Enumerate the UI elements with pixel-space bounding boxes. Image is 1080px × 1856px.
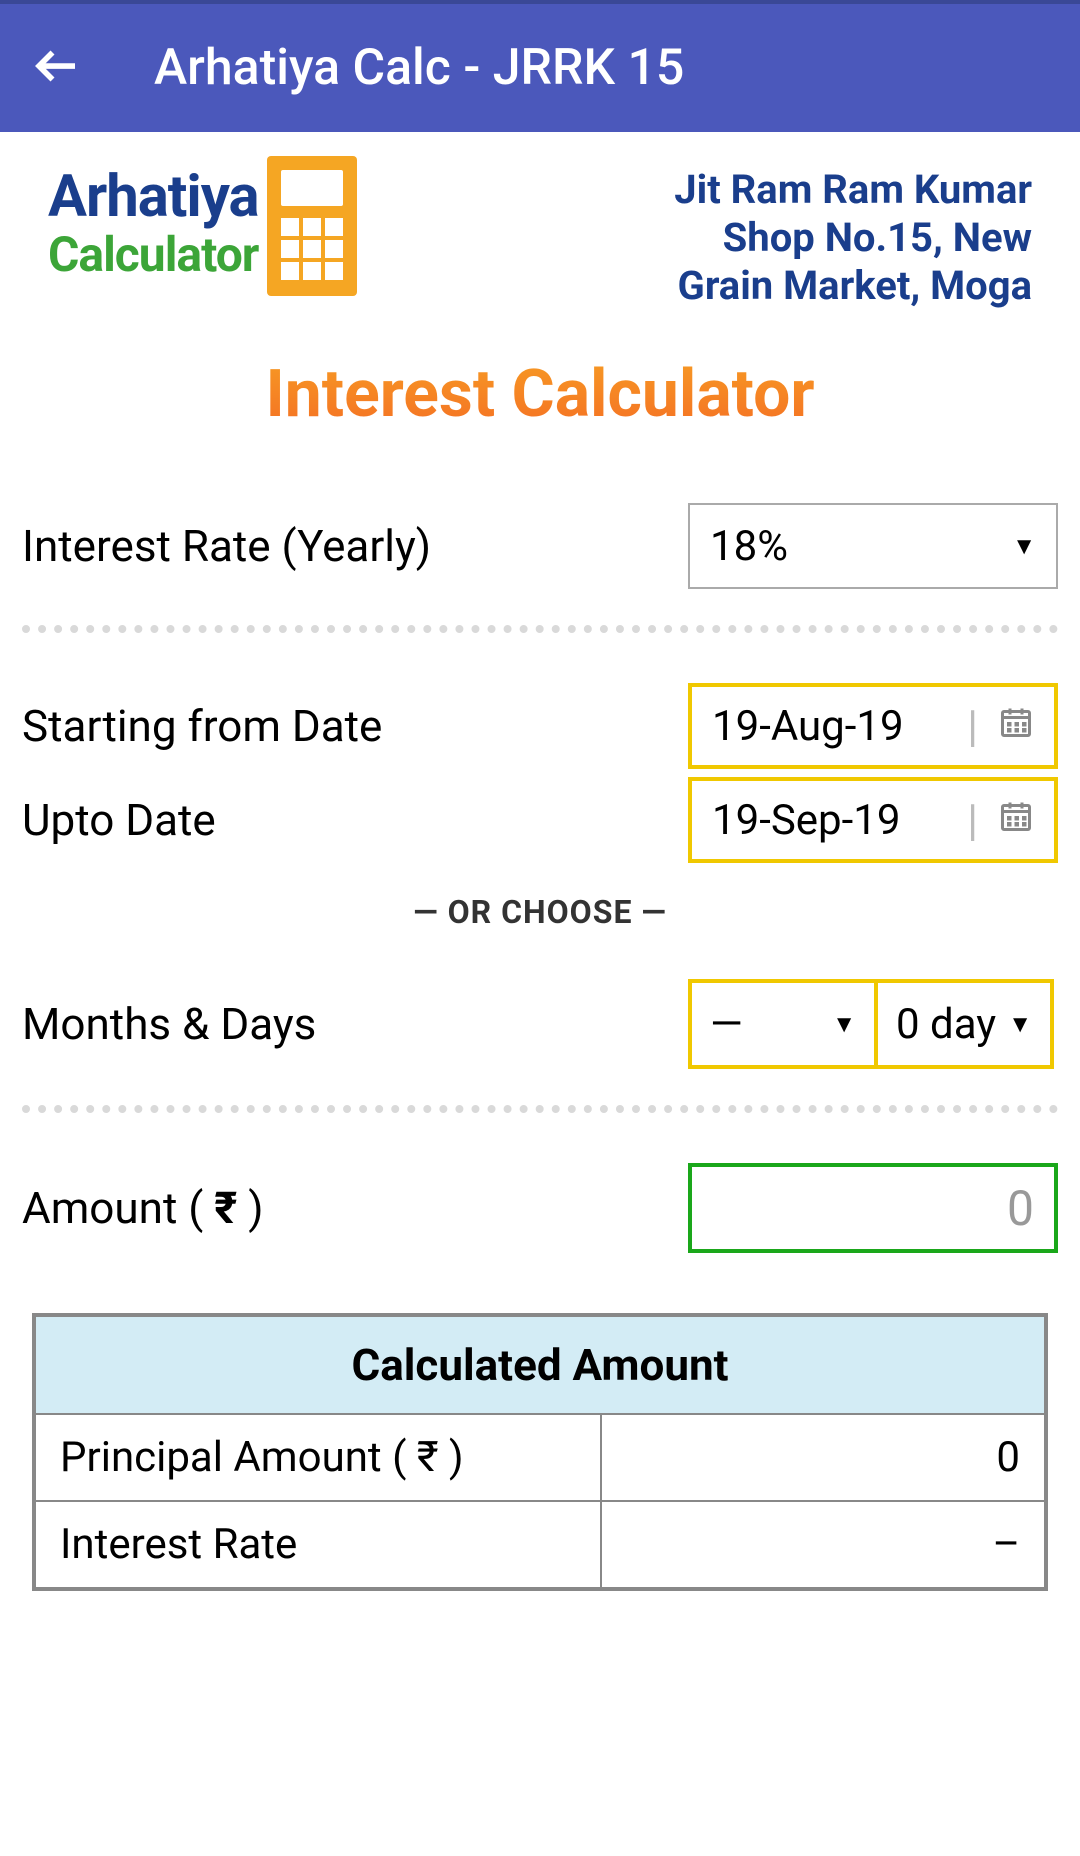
rate-select[interactable]: 18% ▼	[688, 503, 1058, 589]
table-row: Principal Amount ( ₹ ) 0	[34, 1414, 1046, 1501]
amount-input[interactable]: 0	[688, 1163, 1058, 1253]
days-value: 0 day	[896, 1000, 996, 1049]
result-value: 0	[601, 1414, 1046, 1501]
result-label: Interest Rate	[34, 1501, 601, 1589]
chevron-down-icon: ▼	[832, 1010, 856, 1039]
rate-value: 18%	[710, 522, 788, 571]
separator: |	[967, 700, 978, 752]
months-days-label: Months & Days	[22, 998, 316, 1050]
app-header: Arhatiya Calc - JRRK 15	[0, 0, 1080, 132]
upto-date-value: 19-Sep-19	[712, 796, 947, 845]
calendar-icon	[998, 702, 1034, 751]
shop-line-1: Jit Ram Ram Kumar	[674, 166, 1032, 214]
shop-info: Jit Ram Ram Kumar Shop No.15, New Grain …	[674, 156, 1032, 310]
amount-value: 0	[1007, 1180, 1034, 1237]
upto-date-label: Upto Date	[22, 794, 216, 846]
separator: |	[967, 794, 978, 846]
result-value: –	[601, 1501, 1046, 1589]
start-date-input[interactable]: 19-Aug-19 |	[688, 683, 1058, 769]
brand-row: Arhatiya Calculator	[22, 132, 1058, 346]
start-date-value: 19-Aug-19	[712, 702, 947, 751]
logo-word-1: Arhatiya	[48, 168, 259, 226]
days-select[interactable]: 0 day ▼	[874, 979, 1054, 1069]
divider	[22, 1105, 1058, 1113]
table-row: Interest Rate –	[34, 1501, 1046, 1589]
months-select[interactable]: — ▼	[688, 979, 878, 1069]
shop-line-3: Grain Market, Moga	[674, 262, 1032, 310]
divider	[22, 625, 1058, 633]
logo-word-2: Calculator	[48, 226, 259, 284]
rate-label: Interest Rate (Yearly)	[22, 520, 431, 572]
results-title: Calculated Amount	[34, 1315, 1046, 1414]
chevron-down-icon: ▼	[1008, 1010, 1032, 1039]
chevron-down-icon: ▼	[1012, 532, 1036, 561]
back-arrow-icon[interactable]	[30, 39, 84, 97]
results-table: Calculated Amount Principal Amount ( ₹ )…	[32, 1313, 1048, 1591]
months-value: —	[710, 1000, 743, 1049]
calendar-icon	[998, 796, 1034, 845]
shop-line-2: Shop No.15, New	[674, 214, 1032, 262]
result-label: Principal Amount ( ₹ )	[34, 1414, 601, 1501]
upto-date-input[interactable]: 19-Sep-19 |	[688, 777, 1058, 863]
calculator-icon	[267, 156, 357, 296]
app-logo: Arhatiya Calculator	[48, 156, 357, 296]
or-choose-label: — OR CHOOSE —	[22, 893, 1058, 931]
start-date-label: Starting from Date	[22, 700, 382, 752]
page-title: Arhatiya Calc - JRRK 15	[154, 39, 684, 97]
amount-label: Amount ( ₹ )	[22, 1182, 264, 1234]
section-title: Interest Calculator	[22, 346, 1058, 503]
